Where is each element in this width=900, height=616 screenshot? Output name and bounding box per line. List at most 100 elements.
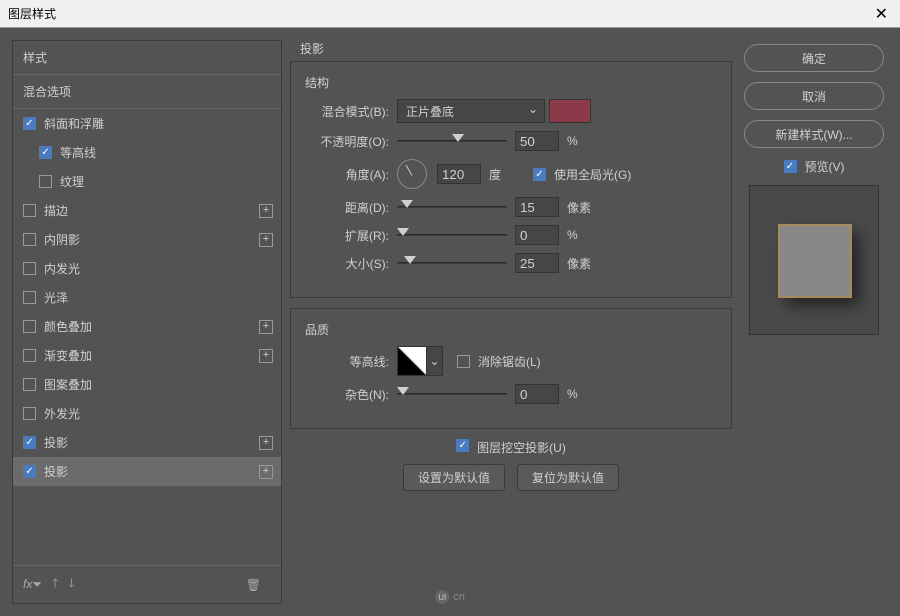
sidebar-item-7[interactable]: 颜色叠加 + — [13, 312, 281, 341]
noise-input[interactable] — [515, 384, 559, 404]
sidebar-checkbox[interactable] — [23, 233, 36, 246]
sidebar-item-3[interactable]: 描边 + — [13, 196, 281, 225]
sidebar-footer: fx⏷ 🡑 🡓 🗑 — [13, 565, 281, 603]
global-light-checkbox[interactable] — [533, 168, 546, 181]
blend-mode-label: 混合模式(B): — [305, 103, 389, 120]
plus-icon[interactable]: + — [259, 349, 273, 363]
knockout-checkbox[interactable] — [456, 439, 469, 452]
ui-logo-icon: UI — [435, 590, 449, 604]
sidebar-item-label: 内发光 — [44, 260, 80, 277]
size-label: 大小(S): — [305, 255, 389, 272]
angle-dial[interactable] — [397, 159, 427, 189]
plus-icon[interactable]: + — [259, 204, 273, 218]
distance-slider[interactable] — [397, 198, 507, 216]
arrow-down-icon[interactable]: 🡓 — [68, 574, 74, 595]
contour-preview[interactable] — [397, 346, 427, 376]
sidebar-checkbox[interactable] — [39, 175, 52, 188]
antialias-label: 消除锯齿(L) — [478, 353, 541, 370]
window-title: 图层样式 — [8, 5, 871, 22]
sidebar-item-2[interactable]: 纹理 — [13, 167, 281, 196]
plus-icon[interactable]: + — [259, 465, 273, 479]
sidebar-checkbox[interactable] — [23, 291, 36, 304]
quality-group: 品质 等高线: ⌄ 消除锯齿(L) 杂色(N): % — [290, 308, 732, 429]
sidebar-item-label: 投影 — [44, 463, 68, 480]
sidebar-item-12[interactable]: 投影 + — [13, 457, 281, 486]
sidebar-checkbox[interactable] — [23, 349, 36, 362]
antialias-checkbox[interactable] — [457, 355, 470, 368]
spread-input[interactable] — [515, 225, 559, 245]
panel-title: 投影 — [300, 40, 732, 57]
fx-icon[interactable]: fx⏷ — [23, 577, 42, 592]
sidebar-item-4[interactable]: 内阴影 + — [13, 225, 281, 254]
sidebar-item-label: 图案叠加 — [44, 376, 92, 393]
sidebar-item-5[interactable]: 内发光 — [13, 254, 281, 283]
contour-dropdown-icon[interactable]: ⌄ — [427, 346, 443, 376]
sidebar-checkbox[interactable] — [23, 262, 36, 275]
spread-label: 扩展(R): — [305, 227, 389, 244]
spread-slider[interactable] — [397, 226, 507, 244]
plus-icon[interactable]: + — [259, 436, 273, 450]
sidebar-item-0[interactable]: 斜面和浮雕 — [13, 109, 281, 138]
sidebar-checkbox[interactable] — [23, 117, 36, 130]
sidebar-checkbox[interactable] — [23, 465, 36, 478]
plus-icon[interactable]: + — [259, 320, 273, 334]
sidebar-item-1[interactable]: 等高线 — [13, 138, 281, 167]
trash-icon[interactable]: 🗑 — [246, 578, 261, 592]
styles-sidebar: 样式 混合选项 斜面和浮雕等高线纹理描边 + 内阴影 + 内发光光泽颜色叠加 + 渐变叠加 +… — [12, 40, 282, 604]
sidebar-checkbox[interactable] — [23, 407, 36, 420]
sidebar-styles-header[interactable]: 样式 — [13, 41, 281, 75]
sidebar-item-label: 渐变叠加 — [44, 347, 92, 364]
sidebar-item-11[interactable]: 投影 + — [13, 428, 281, 457]
arrow-up-icon[interactable]: 🡑 — [52, 574, 58, 595]
size-slider[interactable] — [397, 254, 507, 272]
sidebar-item-label: 颜色叠加 — [44, 318, 92, 335]
sidebar-checkbox[interactable] — [23, 204, 36, 217]
structure-title: 结构 — [305, 74, 717, 91]
sidebar-item-label: 投影 — [44, 434, 68, 451]
sidebar-item-8[interactable]: 渐变叠加 + — [13, 341, 281, 370]
sidebar-item-label: 纹理 — [60, 173, 84, 190]
blend-mode-dropdown[interactable]: 正片叠底 — [397, 99, 545, 123]
sidebar-item-label: 斜面和浮雕 — [44, 115, 104, 132]
sidebar-checkbox[interactable] — [23, 320, 36, 333]
shadow-color-swatch[interactable] — [549, 99, 591, 123]
sidebar-checkbox[interactable] — [23, 436, 36, 449]
distance-label: 距离(D): — [305, 199, 389, 216]
sidebar-item-label: 外发光 — [44, 405, 80, 422]
sidebar-item-10[interactable]: 外发光 — [13, 399, 281, 428]
watermark: UI cn — [435, 590, 465, 604]
sidebar-item-6[interactable]: 光泽 — [13, 283, 281, 312]
cancel-button[interactable]: 取消 — [744, 82, 884, 110]
noise-slider[interactable] — [397, 385, 507, 403]
opacity-label: 不透明度(O): — [305, 133, 389, 150]
global-light-label: 使用全局光(G) — [554, 166, 631, 183]
distance-input[interactable] — [515, 197, 559, 217]
quality-title: 品质 — [305, 321, 717, 338]
preview-checkbox[interactable] — [784, 160, 797, 173]
settings-panel: 投影 结构 混合模式(B): 正片叠底 不透明度(O): % 角度(A): 度 … — [282, 28, 740, 616]
angle-label: 角度(A): — [305, 166, 389, 183]
titlebar: 图层样式 ✕ — [0, 0, 900, 28]
close-icon[interactable]: ✕ — [871, 4, 892, 24]
sidebar-item-label: 等高线 — [60, 144, 96, 161]
opacity-slider[interactable] — [397, 132, 507, 150]
sidebar-checkbox[interactable] — [39, 146, 52, 159]
sidebar-item-9[interactable]: 图案叠加 — [13, 370, 281, 399]
make-default-button[interactable]: 设置为默认值 — [403, 464, 505, 491]
preview-thumbnail — [749, 185, 879, 335]
sidebar-blend-header[interactable]: 混合选项 — [13, 75, 281, 109]
noise-label: 杂色(N): — [305, 386, 389, 403]
sidebar-item-label: 光泽 — [44, 289, 68, 306]
knockout-label: 图层挖空投影(U) — [477, 439, 566, 456]
ok-button[interactable]: 确定 — [744, 44, 884, 72]
sidebar-item-label: 描边 — [44, 202, 68, 219]
plus-icon[interactable]: + — [259, 233, 273, 247]
opacity-input[interactable] — [515, 131, 559, 151]
new-style-button[interactable]: 新建样式(W)... — [744, 120, 884, 148]
angle-input[interactable] — [437, 164, 481, 184]
sidebar-item-label: 内阴影 — [44, 231, 80, 248]
sidebar-checkbox[interactable] — [23, 378, 36, 391]
size-input[interactable] — [515, 253, 559, 273]
reset-default-button[interactable]: 复位为默认值 — [517, 464, 619, 491]
right-panel: 确定 取消 新建样式(W)... 预览(V) — [740, 28, 900, 616]
